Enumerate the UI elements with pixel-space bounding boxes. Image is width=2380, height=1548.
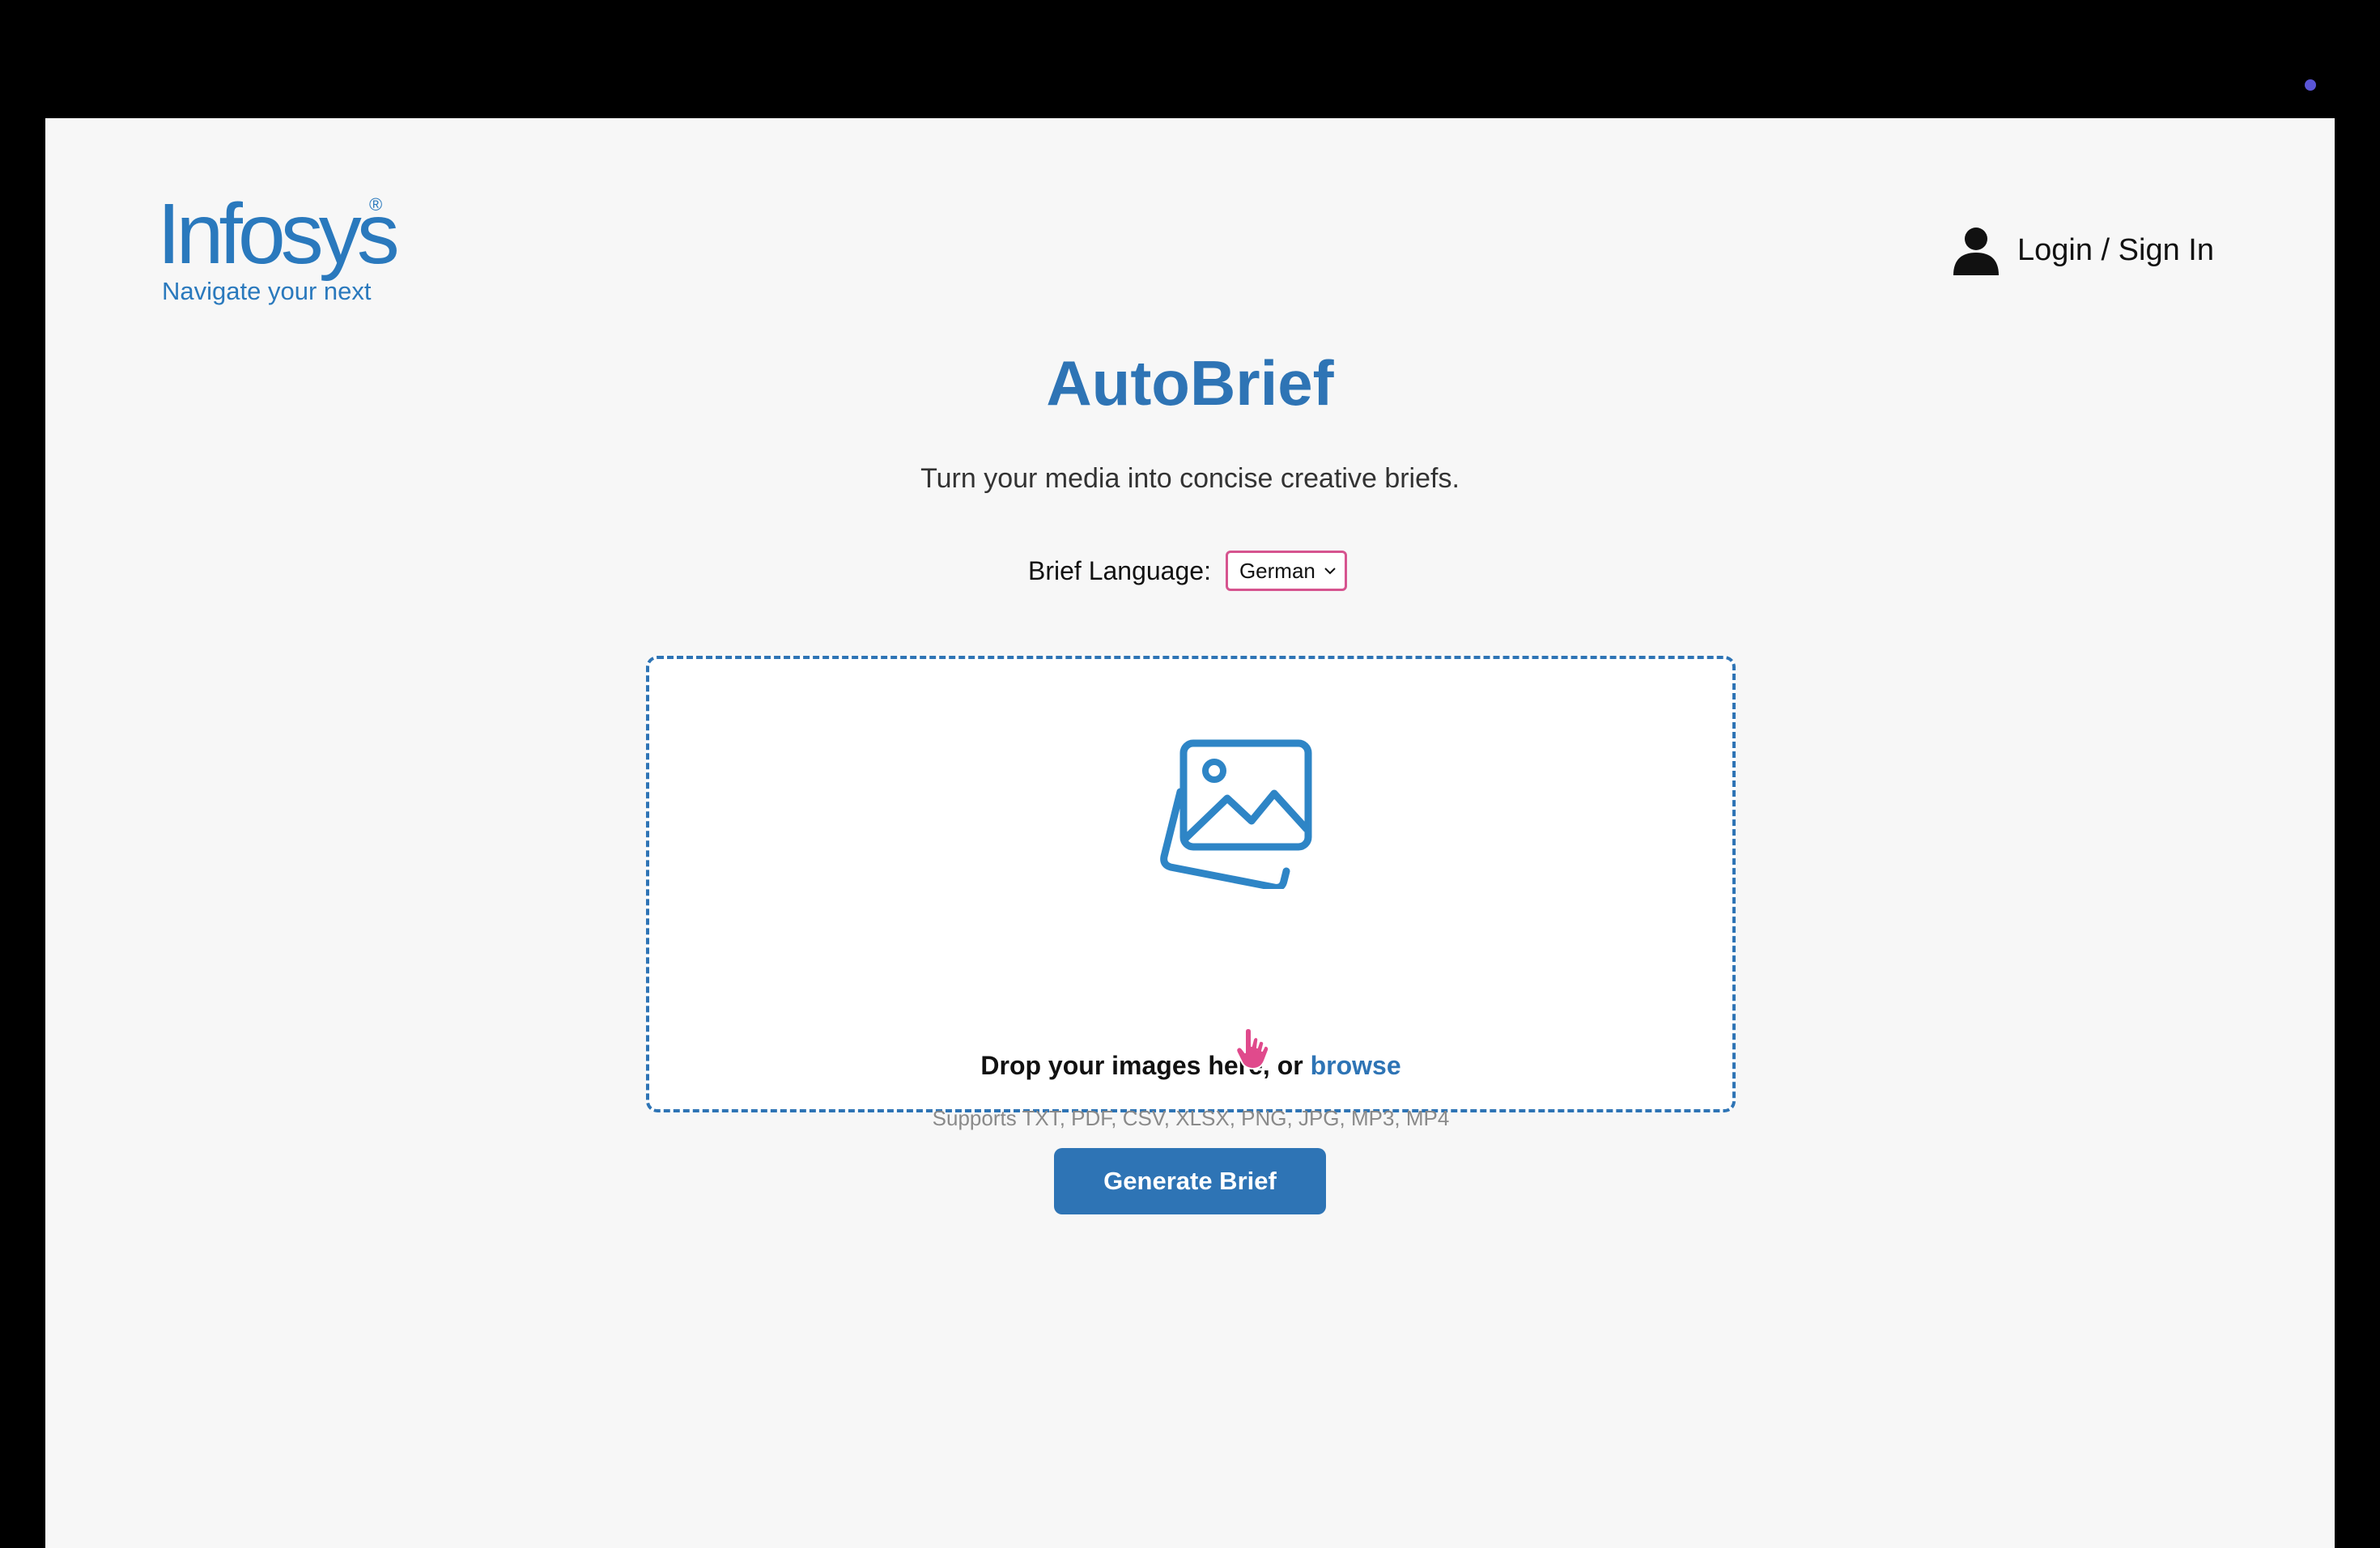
- language-label: Brief Language:: [1028, 555, 1211, 585]
- hand-cursor-icon: [1235, 1028, 1270, 1070]
- language-select[interactable]: German: [1225, 551, 1347, 591]
- infosys-logo[interactable]: Infosys ® Navigate your next: [157, 191, 400, 313]
- login-label: Login / Sign In: [2017, 232, 2214, 267]
- login-button[interactable]: Login / Sign In: [1951, 222, 2214, 279]
- images-icon: [1160, 739, 1312, 889]
- page-subtitle: Turn your media into concise creative br…: [920, 463, 1460, 494]
- camera-indicator: [2305, 79, 2316, 91]
- browse-link[interactable]: browse: [1311, 1051, 1401, 1080]
- app-window: Infosys ® Navigate your next Login / Sig…: [45, 118, 2335, 1548]
- dropzone-instructions: Drop your images here, or browse: [649, 1051, 1732, 1081]
- logo-tagline: Navigate your next: [162, 277, 372, 305]
- language-row: Brief Language: German: [1028, 549, 1347, 593]
- logo-registered-mark: ®: [369, 194, 383, 215]
- page-title: AutoBrief: [1046, 347, 1334, 419]
- file-dropzone[interactable]: Drop your images here, or browse Support…: [646, 656, 1736, 1130]
- chevron-down-icon: [1324, 568, 1336, 575]
- supported-formats-hint: Supports TXT, PDF, CSV, XLSX, PNG, JPG, …: [932, 1106, 1450, 1130]
- language-selected-value: German: [1239, 558, 1315, 583]
- top-bezel: [0, 0, 2380, 118]
- generate-brief-button[interactable]: Generate Brief: [1054, 1148, 1326, 1214]
- user-icon: [1953, 228, 1999, 275]
- logo-wordmark: Infosys: [157, 186, 400, 282]
